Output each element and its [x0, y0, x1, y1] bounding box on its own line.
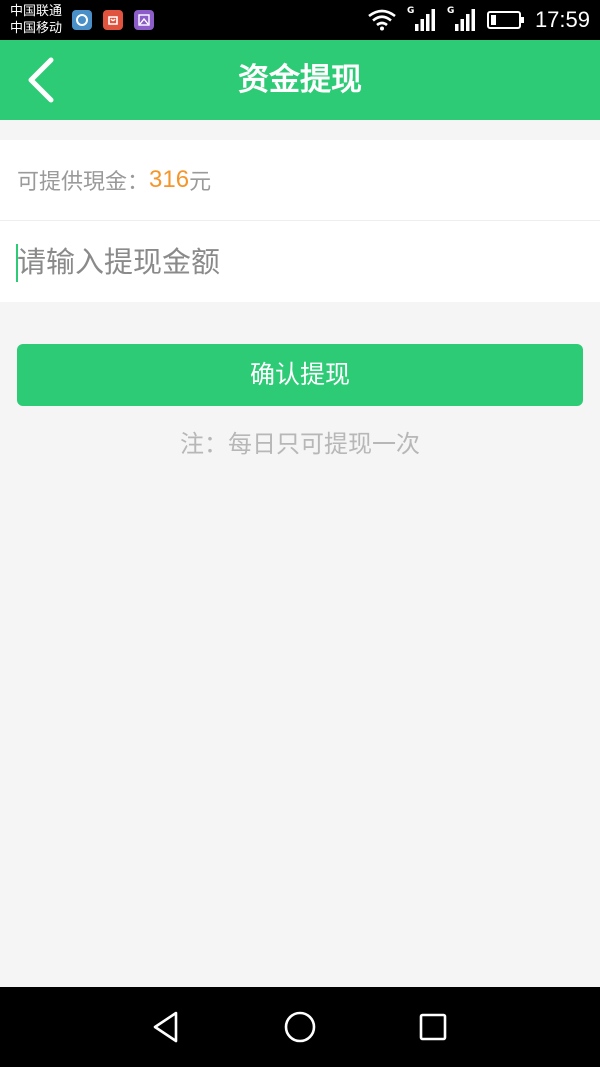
signal-1: G: [407, 6, 437, 32]
notification-icons: [72, 10, 154, 30]
balance-amount: 316: [149, 166, 190, 193]
circle-home-icon: [284, 1011, 316, 1043]
confirm-withdraw-button[interactable]: 确认提现: [17, 344, 583, 406]
square-recent-icon: [419, 1013, 447, 1041]
withdraw-amount-input[interactable]: [17, 221, 587, 302]
triangle-back-icon: [153, 1011, 178, 1043]
signal-bars-1-icon: [414, 9, 435, 31]
withdraw-card: 可提供現金： 316 元: [0, 140, 600, 302]
shopping-app-icon: [103, 10, 123, 30]
status-right: G G 17:59: [367, 0, 590, 40]
carrier-info: 中国联通 中国移动: [10, 3, 62, 37]
withdraw-input-row: [0, 221, 600, 302]
balance-unit: 元: [189, 170, 212, 195]
system-nav-bar: [0, 987, 600, 1067]
signal-bars-2-icon: [454, 9, 475, 31]
nav-back-button[interactable]: [146, 1007, 186, 1047]
battery-icon: [486, 11, 524, 29]
withdraw-note: 注：每日只可提现一次: [180, 430, 420, 458]
clock: 17:59: [534, 7, 590, 32]
gallery-app-icon: [134, 10, 154, 30]
app-header: 资金提现: [0, 40, 600, 120]
balance-label: 可提供現金：: [17, 170, 150, 195]
browser-app-icon: [72, 10, 92, 30]
carrier-1: 中国联通: [10, 4, 63, 19]
carrier-2: 中国移动: [10, 21, 63, 36]
signal-2: G: [447, 6, 477, 32]
page-title: 资金提现: [238, 62, 362, 98]
balance-row: 可提供現金： 316 元: [0, 140, 600, 221]
nav-recent-button[interactable]: [413, 1007, 453, 1047]
chevron-left-icon: [28, 57, 54, 103]
nav-home-button[interactable]: [280, 1007, 320, 1047]
back-button[interactable]: [14, 54, 66, 106]
status-bar: 中国联通 中国移动 G G 17:59: [0, 0, 600, 40]
wifi-icon: [368, 9, 396, 31]
